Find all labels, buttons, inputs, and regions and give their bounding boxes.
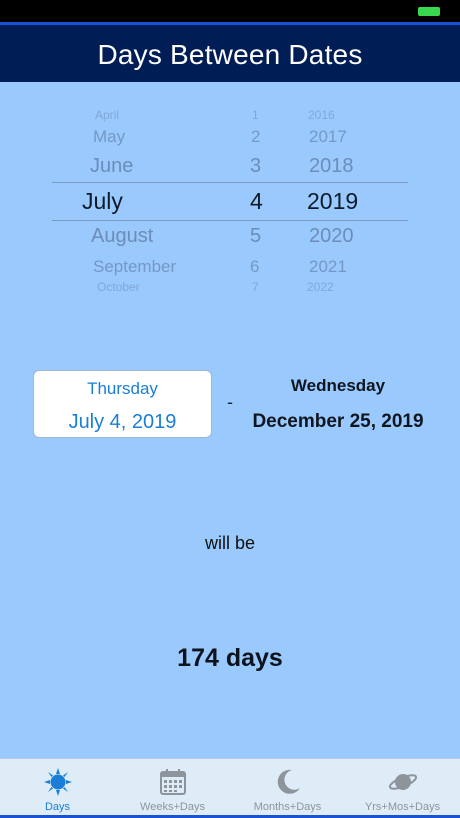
start-date-card[interactable]: Thursday July 4, 2019 [33, 370, 212, 438]
status-bar [0, 0, 460, 22]
end-date[interactable]: December 25, 2019 [246, 411, 430, 433]
tab-weeks-days-label: Weeks+Days [140, 801, 205, 813]
picker-selection-top-line [52, 182, 408, 183]
battery-icon [418, 7, 440, 16]
tab-yrs-mos-days[interactable]: Yrs+Mos+Days [345, 759, 460, 815]
tab-months-days[interactable]: Months+Days [230, 759, 345, 815]
tab-yrs-mos-days-label: Yrs+Mos+Days [364, 801, 441, 813]
tab-bar: Days Weeks+Days Months+Days Yrs+Mos+Days [0, 758, 460, 818]
calendar-icon [159, 769, 186, 795]
picker-year-selected[interactable]: 2019 [307, 188, 358, 215]
picker-year-item[interactable]: 2021 [309, 257, 347, 277]
result-days: 174 days [177, 644, 283, 672]
tab-months-days-label: Months+Days [253, 801, 322, 813]
picker-month-item[interactable]: May [93, 127, 125, 147]
picker-day-selected[interactable]: 4 [250, 188, 263, 215]
planet-icon [388, 774, 417, 790]
picker-month-selected[interactable]: July [82, 188, 123, 215]
end-weekday[interactable]: Wednesday [248, 376, 428, 396]
picker-month-item[interactable]: August [91, 225, 153, 248]
picker-year-item[interactable]: 2022 [307, 280, 334, 294]
picker-selection-bottom-line [52, 220, 408, 221]
picker-month-item[interactable]: September [93, 257, 176, 277]
connector-text: will be [204, 533, 256, 553]
tab-days-label: Days [44, 801, 71, 813]
picker-day-item[interactable]: 3 [250, 155, 261, 178]
sun-icon [43, 768, 72, 796]
picker-day-item[interactable]: 7 [252, 280, 259, 294]
picker-month-item[interactable]: April [95, 108, 119, 122]
picker-year-item[interactable]: 2018 [309, 155, 354, 178]
picker-month-item[interactable]: June [90, 155, 133, 178]
picker-day-item[interactable]: 2 [251, 127, 260, 147]
picker-day-item[interactable]: 6 [250, 257, 259, 277]
date-separator: - [227, 392, 233, 412]
picker-year-item[interactable]: 2016 [308, 108, 335, 122]
picker-day-item[interactable]: 5 [250, 225, 261, 248]
start-date: July 4, 2019 [68, 411, 177, 433]
tab-days[interactable]: Days [0, 759, 115, 815]
page-title: Days Between Dates [97, 39, 363, 70]
start-weekday: Thursday [87, 379, 158, 398]
picker-year-item[interactable]: 2017 [309, 127, 347, 147]
picker-year-item[interactable]: 2020 [309, 225, 354, 248]
picker-month-item[interactable]: October [97, 280, 140, 294]
picker-day-item[interactable]: 1 [252, 108, 259, 122]
date-picker[interactable]: April May June July August September Oct… [0, 96, 460, 301]
moon-icon [277, 769, 300, 794]
navigation-bar: Days Between Dates [0, 22, 460, 82]
tab-weeks-days[interactable]: Weeks+Days [115, 759, 230, 815]
